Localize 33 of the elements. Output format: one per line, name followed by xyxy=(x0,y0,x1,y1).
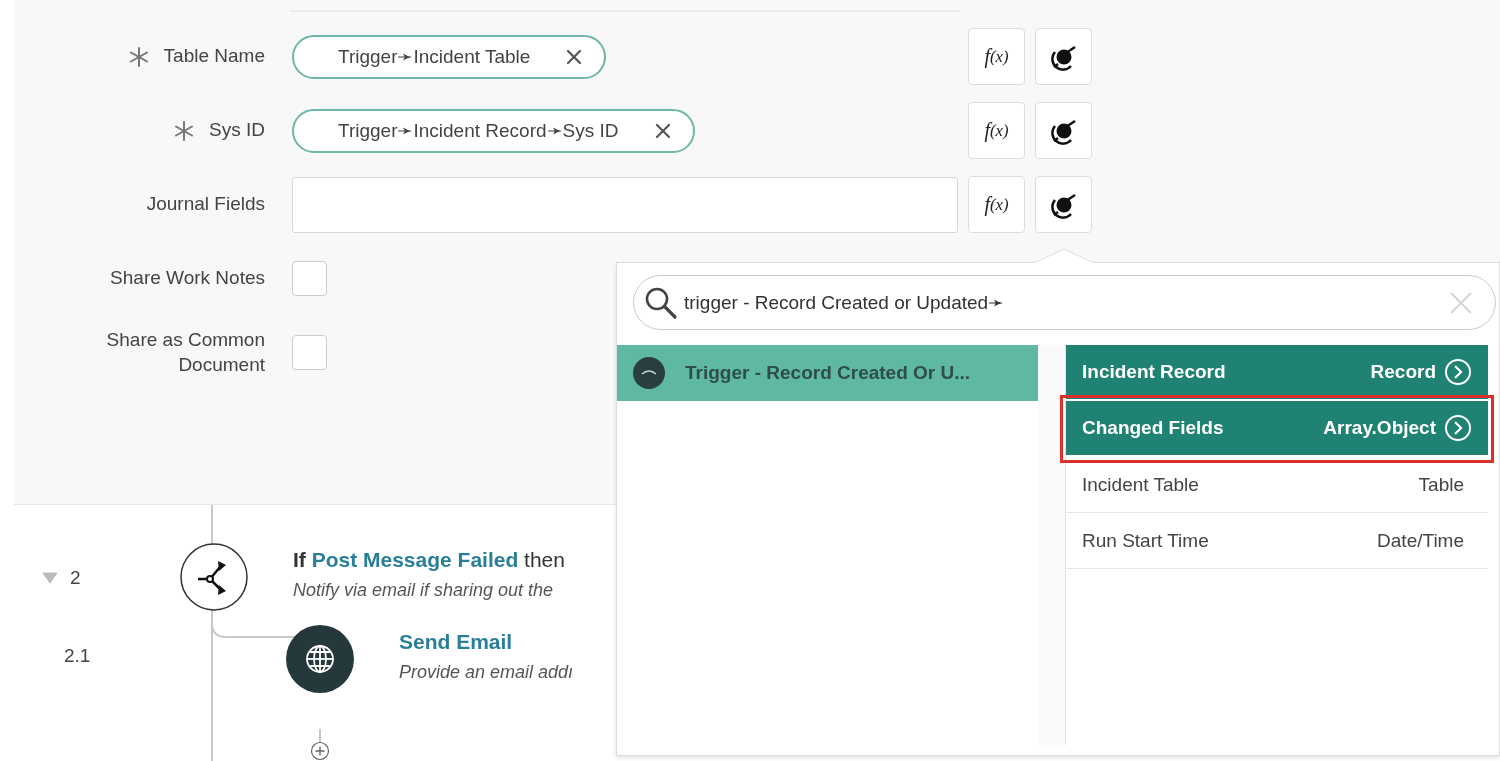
step-number: 2 xyxy=(70,567,81,589)
output-item[interactable]: Incident Record Record xyxy=(1066,345,1488,401)
data-pill[interactable]: Trigger➛Incident Record➛Sys ID xyxy=(292,108,695,153)
chevron-right-icon[interactable] xyxy=(1444,358,1472,386)
field-label: Table Name xyxy=(163,44,265,69)
branch-icon xyxy=(180,543,248,611)
field-label: Share as Common Document xyxy=(105,327,265,377)
step-number: 2.1 xyxy=(64,645,91,667)
checkbox[interactable] xyxy=(292,335,327,370)
add-step-icon[interactable] xyxy=(310,741,330,761)
step-link[interactable]: Send Email xyxy=(399,630,513,653)
step-description: Provide an email addı xyxy=(399,662,574,683)
logo-icon xyxy=(633,357,665,389)
field-label: Share Work Notes xyxy=(110,266,265,291)
step-link[interactable]: Post Message Failed xyxy=(311,548,519,571)
data-picker-button[interactable] xyxy=(1035,102,1092,159)
source-item[interactable]: Trigger - Record Created Or U... xyxy=(617,345,1038,401)
remove-icon[interactable] xyxy=(566,48,583,65)
data-pill[interactable]: Trigger➛Incident Table xyxy=(292,34,607,79)
step-description: Notify via email if sharing out the xyxy=(293,580,555,601)
input-field[interactable] xyxy=(292,176,958,233)
field-label: Sys ID xyxy=(209,118,265,143)
checkbox[interactable] xyxy=(292,261,327,296)
globe-icon xyxy=(286,625,354,693)
step-title: If Post Message Failed then xyxy=(293,548,565,572)
data-picker-button[interactable] xyxy=(1035,28,1092,85)
remove-icon[interactable] xyxy=(654,122,671,139)
chevron-right-icon[interactable] xyxy=(1444,414,1472,442)
field-label: Journal Fields xyxy=(146,192,265,217)
output-item[interactable]: Run Start Time Date/Time xyxy=(1066,513,1488,569)
output-item[interactable]: Incident Table Table xyxy=(1066,457,1488,513)
data-picker-button[interactable] xyxy=(1035,176,1092,233)
search-icon xyxy=(644,285,678,320)
